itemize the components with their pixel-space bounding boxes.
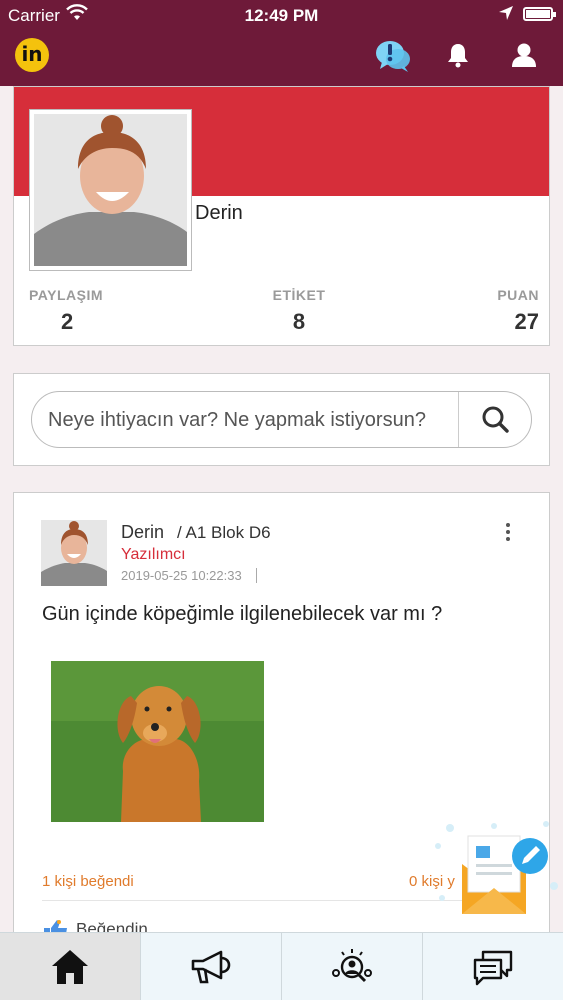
nav-home[interactable] — [0, 933, 141, 1000]
post-text: Gün içinde köpeğimle ilgilenebilecek var… — [42, 603, 443, 625]
search-card — [13, 373, 550, 466]
post-date: 2019-05-25 10:22:33 — [121, 568, 257, 583]
stat-label: PUAN — [497, 287, 539, 303]
people-search-icon — [332, 949, 372, 983]
battery-icon — [523, 7, 556, 21]
nav-announcements[interactable] — [141, 933, 282, 1000]
nav-messages[interactable] — [423, 933, 563, 1000]
stat-points[interactable]: PUAN 27 — [469, 287, 539, 335]
likes-count[interactable]: 1 kişi beğendi — [42, 873, 134, 890]
post-author-role: Yazılımcı — [121, 546, 186, 563]
status-bar: Carrier 12:49 PM — [0, 0, 563, 30]
dog-photo — [51, 661, 264, 822]
megaphone-icon — [191, 950, 231, 984]
search-button[interactable] — [458, 392, 531, 447]
stat-label: ETİKET — [272, 287, 326, 303]
chat-icon — [473, 950, 513, 986]
app-header: Carrier 12:49 PM in — [0, 0, 563, 86]
bell-icon[interactable] — [446, 42, 470, 73]
chat-alert-icon[interactable] — [374, 38, 412, 79]
search-icon — [482, 406, 509, 433]
stat-value: 27 — [514, 309, 539, 334]
stat-tags[interactable]: ETİKET 8 — [259, 287, 339, 335]
home-icon — [52, 950, 88, 984]
avatar-photo — [34, 114, 187, 266]
stat-label: PAYLAŞIM — [29, 287, 104, 303]
bottom-nav — [0, 932, 563, 1000]
envelope-pen-icon — [435, 821, 558, 914]
nav-search-people[interactable] — [282, 933, 423, 1000]
avatar-photo — [41, 520, 107, 586]
more-options-icon[interactable] — [503, 523, 513, 545]
location-arrow-icon — [498, 5, 514, 26]
stat-value: 2 — [61, 309, 74, 334]
app-logo[interactable]: in — [15, 38, 49, 72]
post-author-avatar[interactable] — [41, 520, 107, 586]
clock: 12:49 PM — [244, 6, 319, 25]
compose-message-button[interactable] — [430, 816, 560, 922]
post-location: / A1 Blok D6 — [177, 523, 271, 542]
profile-name: Derin — [195, 202, 243, 224]
profile-card: Derin PAYLAŞIM 2 ETİKET 8 PUAN 27 — [13, 86, 550, 346]
stat-value: 8 — [292, 309, 306, 334]
stat-shares[interactable]: PAYLAŞIM 2 — [29, 287, 109, 335]
search-box — [31, 391, 532, 448]
post-author-name[interactable]: Derin — [121, 522, 164, 543]
post-image[interactable] — [51, 661, 264, 822]
profile-avatar[interactable] — [29, 109, 192, 271]
user-icon[interactable] — [511, 42, 537, 73]
search-input[interactable] — [48, 400, 458, 440]
